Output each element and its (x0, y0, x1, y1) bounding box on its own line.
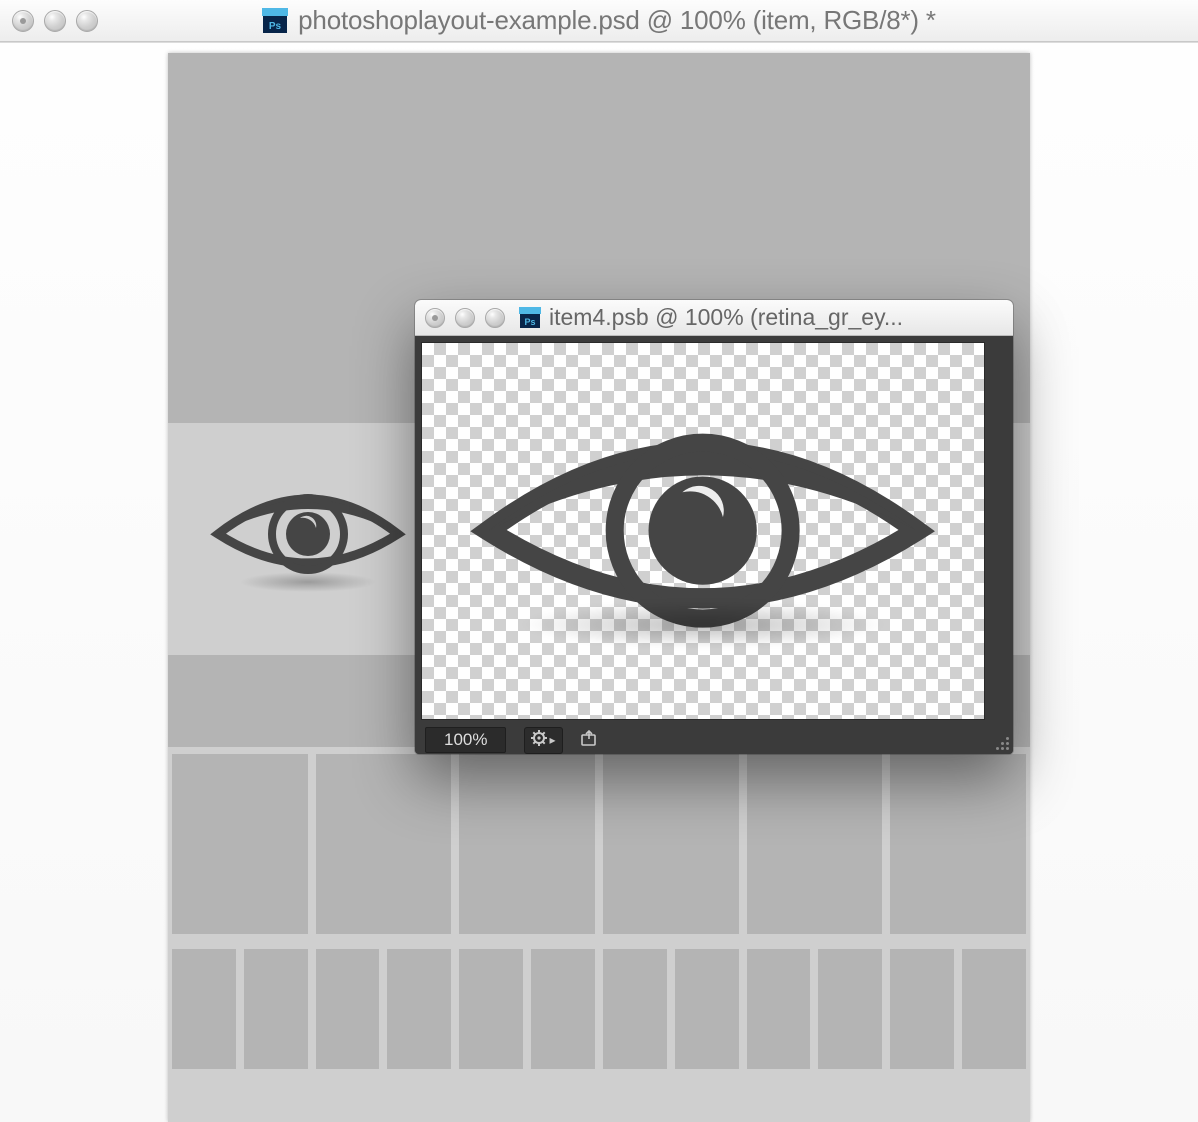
layout-cell (387, 949, 451, 1069)
layout-cell (531, 949, 595, 1069)
status-tools: ▸ (524, 727, 562, 754)
layout-cell (459, 754, 595, 934)
layout-cell (316, 754, 452, 934)
layout-cell (747, 949, 811, 1069)
traffic-lights (12, 10, 98, 32)
float-title: item4.psb @ 100% (retina_gr_ey... (549, 304, 1003, 331)
layout-cell (244, 949, 308, 1069)
traffic-lights (425, 308, 505, 328)
minimize-button[interactable] (44, 10, 66, 32)
layout-cell (603, 754, 739, 934)
layout-grid-row-1 (168, 752, 1030, 934)
layout-cell (459, 949, 523, 1069)
gear-icon[interactable] (531, 730, 547, 751)
main-title: photoshoplayout-example.psd @ 100% (item… (298, 5, 936, 36)
layout-grid-row-2 (168, 939, 1030, 1069)
float-body (415, 336, 1013, 726)
svg-text:Ps: Ps (524, 317, 535, 327)
vertical-scrollbar[interactable] (989, 342, 1007, 720)
photoshop-file-icon: Ps (262, 8, 288, 34)
title-group: Ps photoshoplayout-example.psd @ 100% (i… (0, 5, 1198, 36)
status-bar: 100% ▸ (415, 726, 1013, 754)
layout-cell (818, 949, 882, 1069)
resize-grip[interactable] (993, 734, 1009, 750)
layout-cell (890, 754, 1026, 934)
floating-document-window[interactable]: Ps item4.psb @ 100% (retina_gr_ey... (415, 300, 1013, 754)
svg-text:Ps: Ps (269, 21, 282, 32)
minimize-button[interactable] (455, 308, 475, 328)
drop-shadow (519, 601, 886, 648)
eye-icon-large (461, 384, 944, 677)
layout-cell (172, 949, 236, 1069)
layout-cell (747, 754, 883, 934)
main-titlebar[interactable]: Ps photoshoplayout-example.psd @ 100% (i… (0, 0, 1198, 42)
zoom-level-field[interactable]: 100% (425, 727, 506, 753)
layout-cell (316, 949, 380, 1069)
close-button[interactable] (425, 308, 445, 328)
layout-cell (890, 949, 954, 1069)
layout-cell (603, 949, 667, 1069)
layout-cell (962, 949, 1026, 1069)
layout-cell (675, 949, 739, 1069)
zoom-button[interactable] (76, 10, 98, 32)
eye-icon (208, 474, 408, 604)
layout-cell (172, 754, 308, 934)
transparent-canvas[interactable] (421, 342, 985, 720)
float-titlebar[interactable]: Ps item4.psb @ 100% (retina_gr_ey... (415, 300, 1013, 336)
photoshop-file-icon: Ps (519, 307, 541, 329)
zoom-button[interactable] (485, 308, 505, 328)
share-icon[interactable] (581, 730, 599, 751)
close-button[interactable] (12, 10, 34, 32)
chevron-right-icon[interactable]: ▸ (549, 733, 555, 747)
